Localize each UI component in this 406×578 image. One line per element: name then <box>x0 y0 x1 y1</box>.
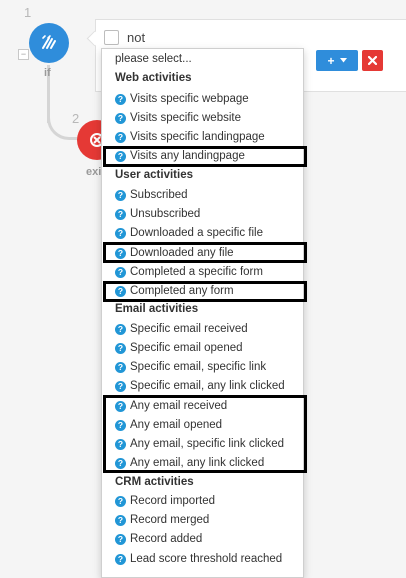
option-label: Visits specific landingpage <box>130 131 265 143</box>
option-label: Subscribed <box>130 189 188 201</box>
collapse-toggle[interactable]: − <box>18 49 29 60</box>
if-node-caption: if <box>44 67 51 79</box>
remove-condition-button[interactable] <box>362 50 383 71</box>
option-visits-specific-landingpage[interactable]: ? Visits specific landingpage <box>115 129 265 145</box>
option-label: Record imported <box>130 495 216 507</box>
question-circle-icon: ? <box>115 266 126 278</box>
question-circle-icon: ? <box>115 112 126 124</box>
option-unsubscribed[interactable]: ? Unsubscribed <box>115 206 200 222</box>
option-specific-email-received[interactable]: ? Specific email received <box>115 321 248 337</box>
not-label: not <box>127 30 146 45</box>
question-circle-icon: ? <box>115 495 126 507</box>
group-crm-activities: CRM activities <box>115 476 194 488</box>
option-label: Visits specific webpage <box>130 93 249 105</box>
question-circle-icon: ? <box>115 514 126 526</box>
option-label: Specific email received <box>130 323 248 335</box>
not-checkbox[interactable] <box>104 30 119 45</box>
if-node[interactable] <box>29 23 69 63</box>
option-label: Specific email opened <box>130 342 243 354</box>
option-label: Record merged <box>130 514 210 526</box>
plus-icon: + <box>327 53 335 68</box>
highlight-box <box>103 395 307 473</box>
group-web-activities: Web activities <box>115 72 192 84</box>
highlight-box <box>103 281 307 302</box>
option-label: Completed a specific form <box>130 266 263 278</box>
option-label: Visits specific website <box>130 112 241 124</box>
question-circle-icon: ? <box>115 323 126 335</box>
group-email-activities: Email activities <box>115 303 199 315</box>
question-circle-icon: ? <box>115 380 126 392</box>
question-circle-icon: ? <box>115 189 126 201</box>
option-label: Specific email, specific link <box>130 361 267 373</box>
option-record-added[interactable]: ? Record added <box>115 531 202 547</box>
option-lead-score-threshold[interactable]: ? Lead score threshold reached <box>115 551 282 567</box>
question-circle-icon: ? <box>115 361 126 373</box>
chevron-down-icon <box>339 58 347 63</box>
option-record-imported[interactable]: ? Record imported <box>115 493 215 509</box>
option-label: Unsubscribed <box>130 208 201 220</box>
option-label: Downloaded a specific file <box>130 227 263 239</box>
option-completed-specific-form[interactable]: ? Completed a specific form <box>115 264 263 280</box>
question-circle-icon: ? <box>115 208 126 220</box>
option-downloaded-specific-file[interactable]: ? Downloaded a specific file <box>115 225 263 241</box>
question-circle-icon: ? <box>115 93 126 105</box>
if-step-number: 1 <box>24 5 32 20</box>
option-record-merged[interactable]: ? Record merged <box>115 512 209 528</box>
option-specific-email-any-link[interactable]: ? Specific email, any link clicked <box>115 378 285 394</box>
option-visits-specific-website[interactable]: ? Visits specific website <box>115 110 241 126</box>
question-circle-icon: ? <box>115 227 126 239</box>
option-label: Record added <box>130 533 203 545</box>
close-icon <box>368 56 377 65</box>
question-circle-icon: ? <box>115 342 126 354</box>
exit-step-number: 2 <box>72 111 80 126</box>
option-label: Lead score threshold reached <box>130 553 283 565</box>
highlight-box <box>103 146 307 167</box>
option-subscribed[interactable]: ? Subscribed <box>115 187 188 203</box>
option-specific-email-opened[interactable]: ? Specific email opened <box>115 340 243 356</box>
question-circle-icon: ? <box>115 131 126 143</box>
split-fork-icon <box>42 35 56 49</box>
add-condition-button[interactable]: + <box>316 50 358 71</box>
option-label: Specific email, any link clicked <box>130 380 285 392</box>
group-user-activities: User activities <box>115 169 193 181</box>
option-visits-specific-webpage[interactable]: ? Visits specific webpage <box>115 91 249 107</box>
exit-node-caption: exi <box>86 166 102 178</box>
dropdown-placeholder[interactable]: please select... <box>115 53 192 65</box>
highlight-box <box>103 242 307 263</box>
option-specific-email-specific-link[interactable]: ? Specific email, specific link <box>115 359 266 375</box>
question-circle-icon: ? <box>115 533 126 545</box>
question-circle-icon: ? <box>115 553 126 565</box>
